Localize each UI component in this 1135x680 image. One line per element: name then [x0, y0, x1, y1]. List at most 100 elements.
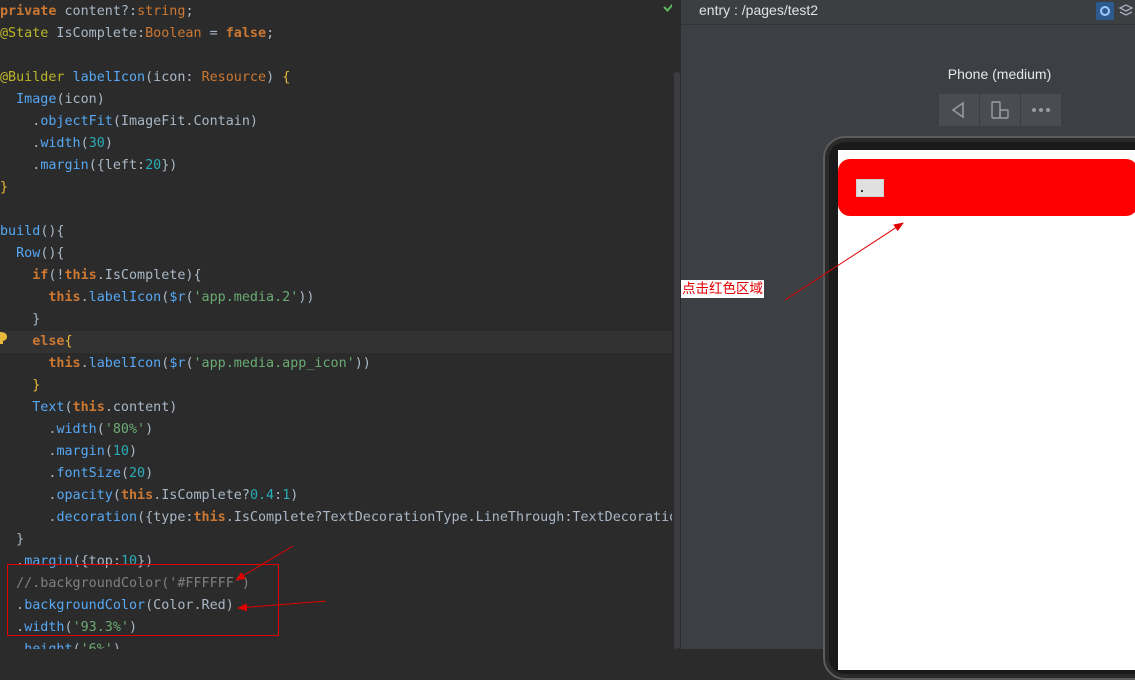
- code-token: .: [0, 422, 57, 437]
- code-line[interactable]: else{: [0, 331, 681, 353]
- rotate-device-icon: [991, 101, 1009, 119]
- code-line[interactable]: Image(icon): [0, 89, 681, 111]
- code-line[interactable]: .opacity(this.IsComplete?0.4:1): [0, 485, 681, 507]
- code-token: Row: [16, 246, 41, 261]
- code-token: this: [64, 268, 97, 283]
- code-token: .: [0, 488, 57, 503]
- code-line[interactable]: [0, 199, 681, 221]
- code-line[interactable]: [0, 45, 681, 67]
- code-line[interactable]: .height('6%'): [0, 639, 681, 649]
- code-token: .: [0, 114, 41, 129]
- code-token: .: [0, 136, 41, 151]
- code-token: IsComplete:: [48, 26, 146, 41]
- code-token: )): [298, 290, 315, 305]
- code-line[interactable]: }: [0, 309, 681, 331]
- code-line[interactable]: }: [0, 177, 681, 199]
- code-line[interactable]: private content?:string;: [0, 1, 681, 23]
- inspector-icon[interactable]: [1096, 2, 1114, 20]
- code-line[interactable]: Text(this.content): [0, 397, 681, 419]
- code-token: opacity: [56, 488, 113, 503]
- code-line[interactable]: .width(30): [0, 133, 681, 155]
- code-token: (: [96, 422, 105, 437]
- code-token: (: [112, 488, 121, 503]
- code-line[interactable]: }: [0, 375, 681, 397]
- code-token: }: [0, 312, 41, 327]
- code-line[interactable]: .objectFit(ImageFit.Contain): [0, 111, 681, 133]
- code-token: string: [137, 4, 186, 19]
- code-lines[interactable]: private content?:string; @State IsComplet…: [0, 1, 681, 649]
- code-token: (: [64, 400, 73, 415]
- code-token: @Builder: [0, 70, 65, 85]
- code-token: this: [72, 400, 105, 415]
- code-line[interactable]: .width('80%'): [0, 419, 681, 441]
- code-token: .: [0, 642, 24, 649]
- code-token: .: [0, 158, 41, 173]
- code-token: .IsComplete?: [153, 488, 250, 503]
- code-token: (: [185, 356, 194, 371]
- code-token: ): [104, 136, 113, 151]
- code-token: (){: [40, 246, 65, 261]
- code-token: (: [120, 466, 129, 481]
- row-image-icon[interactable]: [856, 179, 884, 197]
- editor-scrollbar-thumb[interactable]: [674, 72, 680, 649]
- annotation-highlight-box: [7, 564, 279, 636]
- code-line[interactable]: .fontSize(20): [0, 463, 681, 485]
- code-token: (!: [48, 268, 65, 283]
- code-token: decoration: [56, 510, 138, 525]
- code-token: 20: [145, 158, 162, 173]
- code-line[interactable]: }: [0, 529, 681, 551]
- code-line[interactable]: this.labelIcon($r('app.media.2')): [0, 287, 681, 309]
- code-token: (ImageFit.Contain): [112, 114, 258, 129]
- code-token: }): [161, 158, 178, 173]
- code-token: margin: [56, 444, 105, 459]
- phone-screen[interactable]: [838, 150, 1135, 670]
- code-line[interactable]: .decoration({type:this.IsComplete?TextDe…: [0, 507, 681, 529]
- code-token: ({left:: [88, 158, 146, 173]
- code-token: false: [225, 26, 267, 41]
- code-line[interactable]: .margin(10): [0, 441, 681, 463]
- code-line[interactable]: if(!this.IsComplete){: [0, 265, 681, 287]
- code-line[interactable]: .margin({left:20}): [0, 155, 681, 177]
- code-token: {: [64, 334, 73, 349]
- code-token: this: [48, 290, 81, 305]
- code-token: ): [145, 422, 154, 437]
- code-token: (icon:: [145, 70, 202, 85]
- code-token: =: [201, 26, 226, 41]
- back-button[interactable]: [939, 94, 980, 126]
- code-line[interactable]: build(){: [0, 221, 681, 243]
- code-token: ): [266, 70, 283, 85]
- code-token: '6%': [81, 642, 113, 649]
- code-line[interactable]: Row(){: [0, 243, 681, 265]
- code-token: margin: [40, 158, 89, 173]
- more-button[interactable]: [1021, 94, 1061, 126]
- code-line[interactable]: this.labelIcon($r('app.media.app_icon')): [0, 353, 681, 375]
- code-line[interactable]: @State IsComplete:Boolean = false;: [0, 23, 681, 45]
- code-token: content?:: [56, 4, 138, 19]
- code-token: .: [0, 466, 57, 481]
- lightbulb-icon[interactable]: [0, 332, 7, 344]
- code-token: )): [354, 356, 371, 371]
- layers-icon[interactable]: [1118, 2, 1134, 20]
- code-token: 'app.media.2': [193, 290, 299, 305]
- code-token: .content): [104, 400, 178, 415]
- code-token: :: [274, 488, 283, 503]
- code-token: ): [145, 466, 154, 481]
- code-line[interactable]: @Builder labelIcon(icon: Resource) {: [0, 67, 681, 89]
- code-token: }: [32, 378, 41, 393]
- code-editor[interactable]: private content?:string; @State IsComplet…: [0, 0, 681, 649]
- rotate-button[interactable]: [980, 94, 1021, 126]
- code-token: '80%': [104, 422, 146, 437]
- code-token: if: [32, 268, 49, 283]
- code-token: 30: [88, 136, 105, 151]
- code-token: Resource: [201, 70, 267, 85]
- code-token: private: [0, 4, 57, 19]
- code-token: }: [0, 180, 9, 195]
- code-token: Text: [32, 400, 65, 415]
- back-triangle-icon: [951, 101, 964, 119]
